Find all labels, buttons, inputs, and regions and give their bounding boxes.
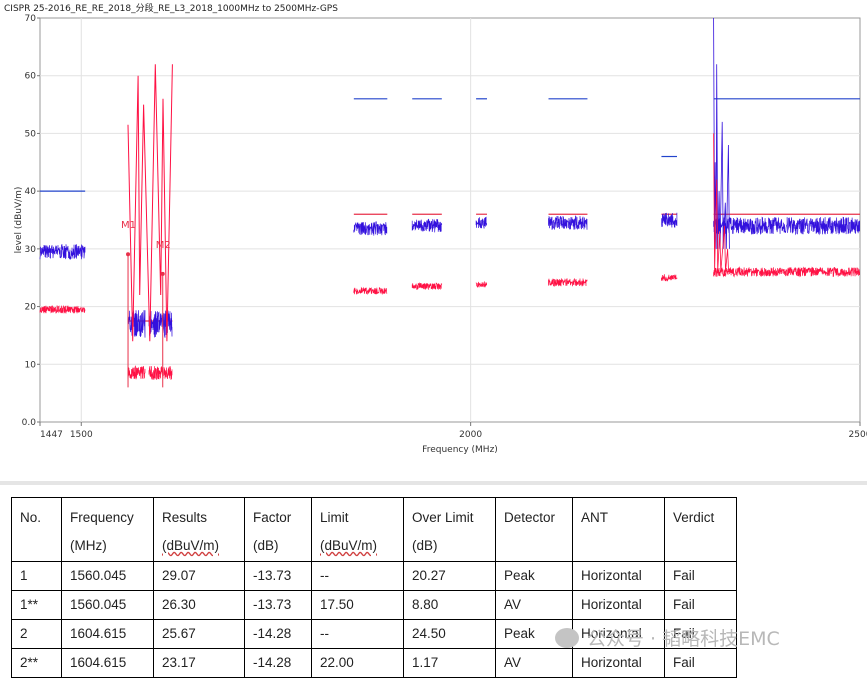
table-cell: Horizontal [572, 561, 665, 591]
table-cell: Horizontal [572, 590, 665, 620]
column-header: Limit (dBuV/m) [311, 497, 404, 562]
table-row: 1** 1560.045 26.30 -13.73 17.50 8.80 AV Horizon… [11, 590, 737, 620]
table-cell: 2 [11, 619, 62, 649]
table-cell: 26.30 [153, 590, 245, 620]
table-cell: Fail [664, 590, 737, 620]
marker-point [160, 271, 165, 276]
x-tick-label: 2500 [849, 430, 867, 440]
table-cell: 8.80 [403, 590, 496, 620]
column-header: Frequency (MHz) [61, 497, 154, 562]
marker-label: M1 [121, 220, 136, 231]
table-cell: 2** [11, 648, 62, 678]
x-tick-label: 1447 [40, 430, 63, 440]
table-cell: 1604.615 [61, 648, 154, 678]
column-header-line: No. [20, 510, 42, 525]
y-tick-label: 0.0 [22, 418, 37, 428]
column-header-line: Factor [253, 510, 292, 525]
y-tick-label: 40 [25, 187, 37, 197]
table-cell: -- [311, 561, 404, 591]
table-cell: 1560.045 [61, 561, 154, 591]
table-cell: -14.28 [244, 619, 312, 649]
table-cell: AV [495, 648, 573, 678]
x-axis-label: Frequency (MHz) [422, 445, 498, 455]
column-header: No. [11, 497, 62, 562]
column-header-line: Frequency [70, 510, 134, 525]
column-header: Detector [495, 497, 573, 562]
column-header: ANT [572, 497, 665, 562]
y-axis-label: level (dBuV/m) [14, 187, 24, 254]
table-cell: 1** [11, 590, 62, 620]
y-tick-label: 20 [25, 303, 37, 313]
table-body: 1 1560.045 29.07 -13.73 -- 20.27 Peak Horizonta… [11, 561, 737, 678]
column-header-line: Detector [504, 510, 556, 525]
table-row: 2** 1604.615 23.17 -14.28 22.00 1.17 AV Horizon… [11, 648, 737, 678]
watermark-text: 公众号 · 韬略科技EMC [587, 628, 780, 650]
table-cell: 22.00 [311, 648, 404, 678]
table-cell: -13.73 [244, 590, 312, 620]
table-cell: 17.50 [311, 590, 404, 620]
column-header-line: Over Limit [412, 510, 474, 525]
table-cell: 1560.045 [61, 590, 154, 620]
marker-point [126, 252, 131, 257]
table-cell: 20.27 [403, 561, 496, 591]
column-header-line: (dB) [412, 538, 438, 553]
y-tick-label: 10 [25, 360, 37, 370]
table-row: 1 1560.045 29.07 -13.73 -- 20.27 Peak Horizonta… [11, 561, 737, 591]
column-header-line: (MHz) [70, 538, 107, 553]
column-header-line: (dB) [253, 538, 279, 553]
column-header-line: Verdict [673, 510, 715, 525]
column-header-line: Results [162, 510, 208, 525]
table-cell: Fail [664, 648, 737, 678]
column-header-line: (dBuV/m) [162, 538, 220, 553]
table-cell: -- [311, 619, 404, 649]
y-tick-label: 70 [25, 14, 37, 24]
table-header-row: No. Frequency (MHz) Results (dBuV/m) Factor (d… [11, 497, 737, 562]
table-cell: 23.17 [153, 648, 245, 678]
y-tick-label: 60 [25, 72, 37, 82]
table-cell: 25.67 [153, 619, 245, 649]
watermark: 公众号 · 韬略科技EMC [555, 624, 780, 651]
table-cell: 1.17 [403, 648, 496, 678]
table-cell: 29.07 [153, 561, 245, 591]
table-cell: 24.50 [403, 619, 496, 649]
marker-label: M2 [156, 240, 171, 251]
table-cell: -14.28 [244, 648, 312, 678]
table-cell: AV [495, 590, 573, 620]
column-header: Results (dBuV/m) [153, 497, 245, 562]
table-cell: -13.73 [244, 561, 312, 591]
column-header-line: (dBuV/m) [320, 538, 378, 553]
table-cell: Peak [495, 561, 573, 591]
table-cell: Horizontal [572, 648, 665, 678]
y-tick-label: 50 [25, 129, 37, 139]
table-cell: Fail [664, 561, 737, 591]
table-cell: 1 [11, 561, 62, 591]
wechat-icon [555, 628, 579, 648]
column-header: Factor (dB) [244, 497, 312, 562]
table-cell: 1604.615 [61, 619, 154, 649]
column-header-line: Limit [320, 510, 349, 525]
x-tick-label: 1500 [70, 430, 93, 440]
column-header: Over Limit (dB) [403, 497, 496, 562]
y-tick-label: 30 [25, 245, 37, 255]
column-header-line: ANT [581, 510, 608, 525]
x-tick-label: 2000 [459, 430, 482, 440]
column-header: Verdict [664, 497, 737, 562]
section-divider [0, 481, 867, 485]
emission-chart: M1 M2 0.0 10 20 30 40 50 60 70 1447 1500 2000 2500 F… [14, 14, 867, 455]
